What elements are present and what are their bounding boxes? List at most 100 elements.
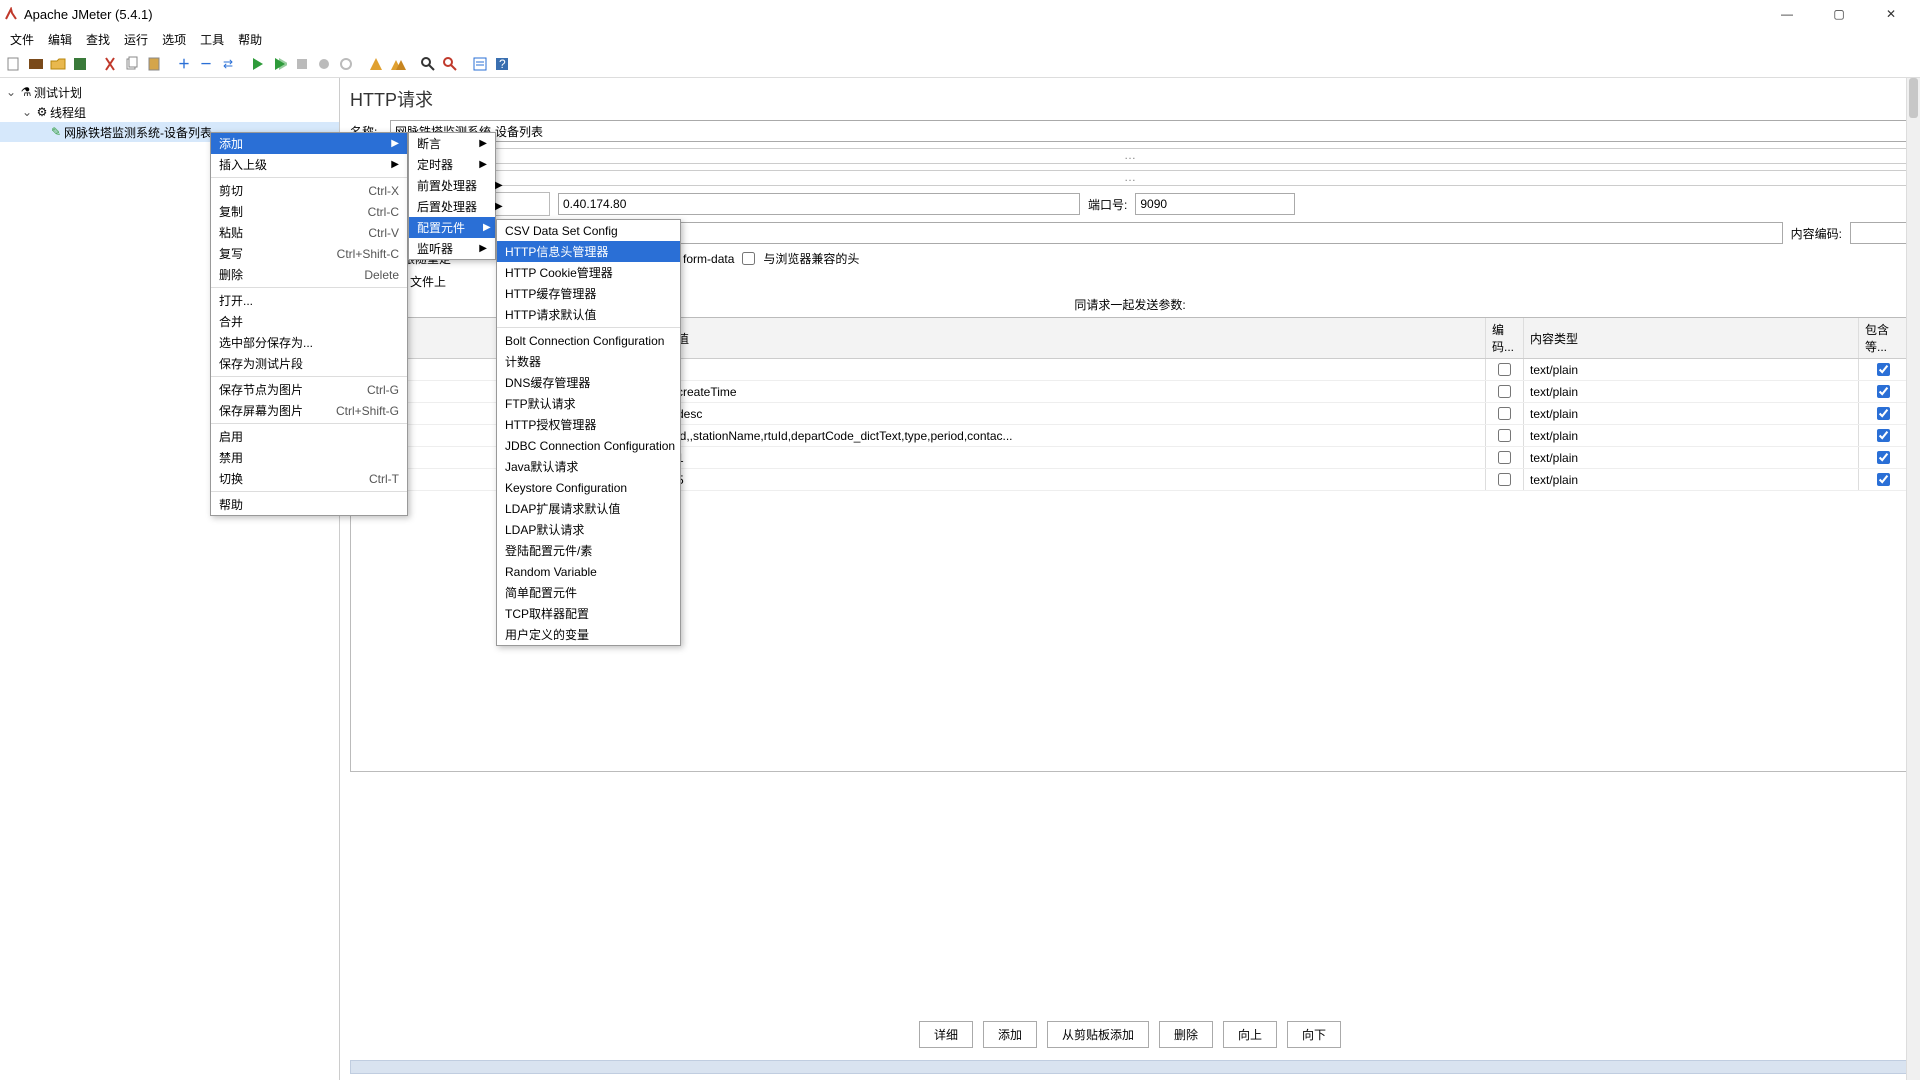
- up-button[interactable]: 向上: [1223, 1021, 1277, 1048]
- menu-item[interactable]: 断言▶: [409, 133, 495, 154]
- cell-ctype[interactable]: text/plain: [1524, 381, 1859, 402]
- menu-item[interactable]: FTP默认请求: [497, 393, 680, 414]
- menu-item[interactable]: 删除Delete: [211, 264, 407, 285]
- menu-edit[interactable]: 编辑: [42, 29, 78, 50]
- menu-item[interactable]: 打开...: [211, 290, 407, 311]
- include-checkbox[interactable]: [1877, 429, 1890, 442]
- menu-options[interactable]: 选项: [156, 29, 192, 50]
- clear-all-icon[interactable]: [388, 54, 408, 74]
- menu-item[interactable]: Keystore Configuration: [497, 477, 680, 498]
- collapse-icon[interactable]: －: [196, 54, 216, 74]
- search-icon[interactable]: [418, 54, 438, 74]
- tab-file[interactable]: 文件上: [410, 273, 446, 290]
- menu-item[interactable]: HTTP Cookie管理器: [497, 262, 680, 283]
- remote-stop-icon[interactable]: [336, 54, 356, 74]
- cell-value[interactable]: 1: [671, 447, 1486, 468]
- menu-item[interactable]: 帮助: [211, 494, 407, 515]
- new-icon[interactable]: [4, 54, 24, 74]
- server-input[interactable]: [558, 193, 1080, 215]
- paste-icon[interactable]: [144, 54, 164, 74]
- menu-item[interactable]: 切换Ctrl-T: [211, 468, 407, 489]
- tree-thread-group[interactable]: ⌄⚙ 线程组: [0, 102, 339, 122]
- scrollbar-thumb[interactable]: [1909, 78, 1918, 118]
- include-checkbox[interactable]: [1877, 451, 1890, 464]
- cut-icon[interactable]: [100, 54, 120, 74]
- cell-value[interactable]: createTime: [671, 381, 1486, 402]
- menu-item[interactable]: HTTP信息头管理器: [497, 241, 680, 262]
- menu-item[interactable]: 保存为测试片段: [211, 353, 407, 374]
- menu-item[interactable]: 监听器▶: [409, 238, 495, 259]
- menu-item[interactable]: 计数器: [497, 351, 680, 372]
- menu-run[interactable]: 运行: [118, 29, 154, 50]
- include-checkbox[interactable]: [1877, 473, 1890, 486]
- start-icon[interactable]: [248, 54, 268, 74]
- reset-search-icon[interactable]: [440, 54, 460, 74]
- menu-item[interactable]: Java默认请求: [497, 456, 680, 477]
- tree-root[interactable]: ⌄⚗ 测试计划: [0, 82, 339, 102]
- save-icon[interactable]: [70, 54, 90, 74]
- menu-item[interactable]: 保存节点为图片Ctrl-G: [211, 379, 407, 400]
- menu-item[interactable]: HTTP授权管理器: [497, 414, 680, 435]
- copy-icon[interactable]: [122, 54, 142, 74]
- stop-icon[interactable]: [292, 54, 312, 74]
- include-checkbox[interactable]: [1877, 363, 1890, 376]
- menu-item[interactable]: 剪切Ctrl-X: [211, 180, 407, 201]
- menu-item[interactable]: 用户定义的变量: [497, 624, 680, 645]
- menu-item[interactable]: CSV Data Set Config: [497, 220, 680, 241]
- menu-item[interactable]: Random Variable: [497, 561, 680, 582]
- include-checkbox[interactable]: [1877, 407, 1890, 420]
- menu-item[interactable]: 登陆配置元件/素: [497, 540, 680, 561]
- browser-compat-checkbox[interactable]: [742, 252, 755, 265]
- close-icon[interactable]: ✕: [1876, 4, 1906, 24]
- cell-ctype[interactable]: text/plain: [1524, 359, 1859, 380]
- detail-button[interactable]: 详细: [919, 1021, 973, 1048]
- menu-item[interactable]: 配置元件▶: [409, 217, 495, 238]
- collapse-bar-1[interactable]: …: [350, 148, 1910, 164]
- encode-checkbox[interactable]: [1498, 407, 1511, 420]
- menu-item[interactable]: LDAP默认请求: [497, 519, 680, 540]
- menu-item[interactable]: 复制Ctrl-C: [211, 201, 407, 222]
- cell-ctype[interactable]: text/plain: [1524, 469, 1859, 490]
- menu-item[interactable]: 粘贴Ctrl-V: [211, 222, 407, 243]
- menu-item[interactable]: 定时器▶: [409, 154, 495, 175]
- delete-button[interactable]: 删除: [1159, 1021, 1213, 1048]
- clear-icon[interactable]: [366, 54, 386, 74]
- cell-ctype[interactable]: text/plain: [1524, 403, 1859, 424]
- expand-icon[interactable]: ＋: [174, 54, 194, 74]
- menu-item[interactable]: TCP取样器配置: [497, 603, 680, 624]
- cell-ctype[interactable]: text/plain: [1524, 425, 1859, 446]
- context-menu-config[interactable]: CSV Data Set ConfigHTTP信息头管理器HTTP Cookie…: [496, 219, 681, 646]
- shutdown-icon[interactable]: [314, 54, 334, 74]
- encode-checkbox[interactable]: [1498, 385, 1511, 398]
- encode-checkbox[interactable]: [1498, 363, 1511, 376]
- menu-item[interactable]: 启用: [211, 426, 407, 447]
- minimize-icon[interactable]: ―: [1772, 4, 1802, 24]
- open-icon[interactable]: [48, 54, 68, 74]
- menu-search[interactable]: 查找: [80, 29, 116, 50]
- maximize-icon[interactable]: ▢: [1824, 4, 1854, 24]
- templates-icon[interactable]: [26, 54, 46, 74]
- vertical-scrollbar[interactable]: [1906, 78, 1920, 1080]
- down-button[interactable]: 向下: [1287, 1021, 1341, 1048]
- context-menu-add[interactable]: 断言▶定时器▶前置处理器▶后置处理器▶配置元件▶监听器▶: [408, 132, 496, 260]
- toggle-icon[interactable]: ⇄: [218, 54, 238, 74]
- menu-tools[interactable]: 工具: [194, 29, 230, 50]
- menu-item[interactable]: 选中部分保存为...: [211, 332, 407, 353]
- include-checkbox[interactable]: [1877, 385, 1890, 398]
- port-input[interactable]: [1135, 193, 1295, 215]
- context-menu-main[interactable]: 添加▶插入上级▶剪切Ctrl-X复制Ctrl-C粘贴Ctrl-V复写Ctrl+S…: [210, 132, 408, 516]
- menu-item[interactable]: 复写Ctrl+Shift-C: [211, 243, 407, 264]
- menu-item[interactable]: 添加▶: [211, 133, 407, 154]
- cell-value[interactable]: desc: [671, 403, 1486, 424]
- menu-file[interactable]: 文件: [4, 29, 40, 50]
- menu-help[interactable]: 帮助: [232, 29, 268, 50]
- encode-checkbox[interactable]: [1498, 473, 1511, 486]
- start-notimers-icon[interactable]: [270, 54, 290, 74]
- add-from-clipboard-button[interactable]: 从剪贴板添加: [1047, 1021, 1149, 1048]
- collapse-bar-2[interactable]: …: [350, 170, 1910, 186]
- menu-item[interactable]: 合并: [211, 311, 407, 332]
- menu-item[interactable]: 后置处理器▶: [409, 196, 495, 217]
- menu-item[interactable]: 保存屏幕为图片Ctrl+Shift-G: [211, 400, 407, 421]
- name-input[interactable]: [390, 120, 1910, 142]
- menu-item[interactable]: HTTP请求默认值: [497, 304, 680, 325]
